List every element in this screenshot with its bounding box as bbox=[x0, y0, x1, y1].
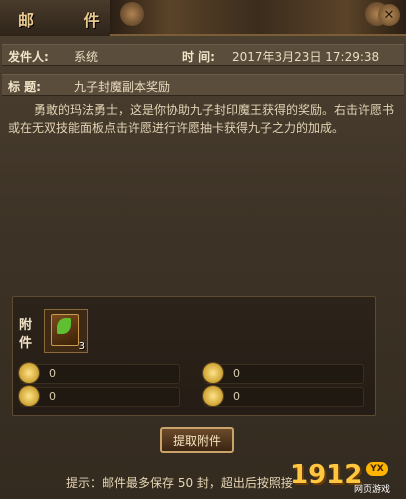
attachment-label: 附件 bbox=[19, 318, 33, 351]
bound-ingot-field: 0 bbox=[19, 386, 180, 407]
sender-time-row: 发件人: 系统 时 间: 2017年3月23日 17:29:38 bbox=[2, 44, 404, 66]
mail-window: 邮 件 ✕ 发件人: 系统 时 间: 2017年3月23日 17:29:38 标… bbox=[0, 0, 406, 499]
gold-ingot-field: 0 bbox=[19, 363, 180, 384]
subject-value: 九子封魔副本奖励 bbox=[74, 80, 171, 94]
site-watermark-logo: 1912 YX 网页游戏 bbox=[290, 460, 400, 496]
gold-coin-field: 0 bbox=[203, 363, 364, 384]
watermark-digits: 1912 bbox=[290, 460, 363, 490]
time-label: 时 间: bbox=[182, 50, 215, 64]
title-bar[interactable]: 邮 件 ✕ bbox=[0, 0, 406, 37]
mail-message-text: 勇敢的玛法勇士，这是你协助九子封印魔王获得的奖励。右击许愿书或在无双技能面板点击… bbox=[8, 103, 395, 135]
item-quantity: 3 bbox=[78, 341, 85, 352]
claim-attachments-button[interactable]: 提取附件 bbox=[160, 427, 234, 453]
ornament-stud bbox=[120, 2, 144, 26]
mail-message: 勇敢的玛法勇士，这是你协助九子封印魔王获得的奖励。右击许愿书或在无双技能面板点击… bbox=[8, 101, 396, 137]
subject-row: 标 题: 九子封魔副本奖励 bbox=[2, 74, 404, 96]
bound-coin-value: 0 bbox=[233, 390, 240, 403]
gold-ingot-value: 0 bbox=[49, 367, 56, 380]
time-value: 2017年3月23日 17:29:38 bbox=[232, 50, 380, 64]
gold-coin-value: 0 bbox=[233, 367, 240, 380]
watermark-sub: 网页游戏 bbox=[354, 485, 391, 495]
bound-ingot-value: 0 bbox=[49, 390, 56, 403]
title-ornament bbox=[110, 0, 406, 36]
subject-label: 标 题: bbox=[8, 80, 41, 94]
bound-ingot-icon bbox=[19, 386, 39, 406]
window-title: 邮 件 bbox=[18, 11, 122, 30]
gold-ingot-icon bbox=[19, 363, 39, 383]
bound-coin-field: 0 bbox=[203, 386, 364, 407]
gold-coin-icon bbox=[203, 363, 223, 383]
sender-label: 发件人: bbox=[8, 50, 49, 64]
close-button[interactable]: ✕ bbox=[378, 4, 400, 26]
footer-tip: 提示：邮件最多保存 50 封，超出后按照接 bbox=[66, 476, 293, 490]
bound-coin-icon bbox=[203, 386, 223, 406]
attachment-item-slot[interactable]: 3 bbox=[44, 309, 88, 353]
sender-value: 系统 bbox=[74, 50, 99, 64]
watermark-badge: YX bbox=[366, 462, 388, 476]
